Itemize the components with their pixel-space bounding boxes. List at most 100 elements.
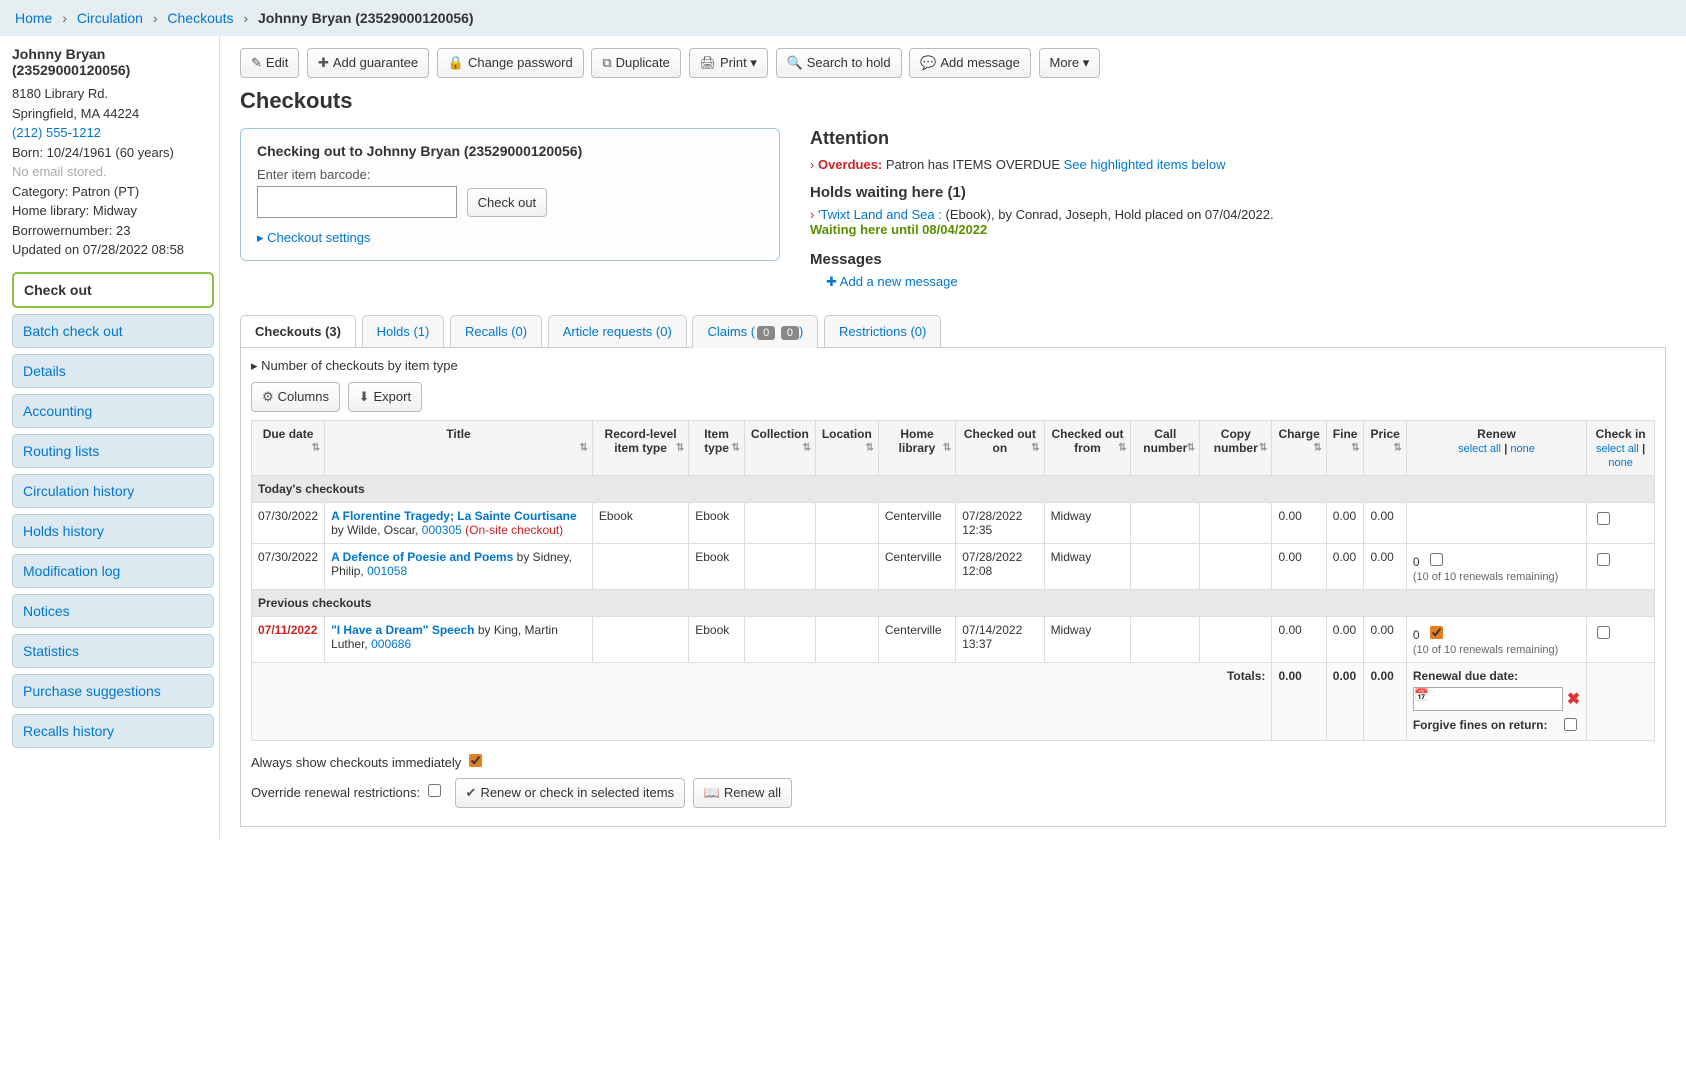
col-homelib[interactable]: Home library xyxy=(878,421,955,476)
nav-stats[interactable]: Statistics xyxy=(12,634,214,668)
claims-badge-2: 0 xyxy=(781,326,799,340)
add-new-message-link[interactable]: Add a new message xyxy=(826,274,1666,290)
cell-homelib: Centerville xyxy=(878,544,955,590)
print-button[interactable]: 🖨Print ▾ xyxy=(689,48,768,78)
patron-phone[interactable]: (212) 555-1212 xyxy=(12,123,214,143)
cell-rlit xyxy=(592,617,688,663)
expand-by-item-type[interactable]: Number of checkouts by item type xyxy=(251,358,1655,374)
cell-location xyxy=(815,503,878,544)
search-to-hold-button[interactable]: 🔍Search to hold xyxy=(776,48,902,78)
tab-checkouts[interactable]: Checkouts (3) xyxy=(240,315,356,347)
nav-accounting[interactable]: Accounting xyxy=(12,394,214,428)
col-checked-out-on[interactable]: Checked out on xyxy=(956,421,1044,476)
plus-icon: ✚ xyxy=(318,55,329,70)
clear-date-icon[interactable]: ✖ xyxy=(1567,689,1580,709)
table-row: 07/30/2022A Florentine Tragedy; La Saint… xyxy=(252,503,1655,544)
renewal-date-input[interactable]: 📅 xyxy=(1413,687,1563,711)
checkin-checkbox[interactable] xyxy=(1597,626,1610,639)
nav-holdshist[interactable]: Holds history xyxy=(12,514,214,548)
patron-name: Johnny Bryan (23529000120056) xyxy=(12,46,214,78)
nav-batch[interactable]: Batch check out xyxy=(12,314,214,348)
edit-button[interactable]: ✎Edit xyxy=(240,48,299,78)
cell-checked-out-on: 07/28/2022 12:08 xyxy=(956,544,1044,590)
nav-modlog[interactable]: Modification log xyxy=(12,554,214,588)
nav-purchase[interactable]: Purchase suggestions xyxy=(12,674,214,708)
renew-checkbox[interactable] xyxy=(1430,553,1443,566)
col-due-date[interactable]: Due date xyxy=(252,421,325,476)
hold-detail: (Ebook), by Conrad, Joseph, Hold placed … xyxy=(945,207,1273,222)
nav-notices[interactable]: Notices xyxy=(12,594,214,628)
barcode-input[interactable] xyxy=(257,186,457,218)
nav-routing[interactable]: Routing lists xyxy=(12,434,214,468)
checkin-none[interactable]: none xyxy=(1608,457,1632,469)
renew-all-button[interactable]: 📖Renew all xyxy=(693,778,792,808)
breadcrumb-current: Johnny Bryan (23529000120056) xyxy=(258,10,474,26)
print-icon: 🖨 xyxy=(700,55,717,70)
barcode-link[interactable]: 001058 xyxy=(367,564,407,578)
more-button[interactable]: More ▾ xyxy=(1039,48,1101,78)
columns-button[interactable]: ⚙Columns xyxy=(251,382,340,412)
checkin-checkbox[interactable] xyxy=(1597,512,1610,525)
title-link[interactable]: A Florentine Tragedy; La Sainte Courtisa… xyxy=(331,509,577,523)
col-title[interactable]: Title xyxy=(325,421,593,476)
override-checkbox[interactable] xyxy=(428,784,441,797)
add-message-button[interactable]: 💬Add message xyxy=(909,48,1031,78)
breadcrumb-home[interactable]: Home xyxy=(15,10,52,26)
always-show-checkbox[interactable] xyxy=(469,754,482,767)
cell-rlit: Ebook xyxy=(592,503,688,544)
messages-heading: Messages xyxy=(810,251,1666,268)
export-button[interactable]: ⬇Export xyxy=(348,382,422,412)
tab-article-requests[interactable]: Article requests (0) xyxy=(548,315,687,347)
nav-details[interactable]: Details xyxy=(12,354,214,388)
checkin-select-all[interactable]: select all xyxy=(1596,443,1639,455)
col-collection[interactable]: Collection xyxy=(744,421,815,476)
hold-title-link[interactable]: 'Twixt Land and Sea : xyxy=(818,207,942,222)
renew-selected-button[interactable]: ✔Renew or check in selected items xyxy=(455,778,686,808)
renewal-due-label: Renewal due date: xyxy=(1413,669,1580,683)
nav-checkout[interactable]: Check out xyxy=(12,272,214,308)
cell-fine: 0.00 xyxy=(1326,503,1364,544)
overdue-label: Overdues: xyxy=(818,157,882,172)
col-location[interactable]: Location xyxy=(815,421,878,476)
title-link[interactable]: A Defence of Poesie and Poems xyxy=(331,550,513,564)
nav-recalls[interactable]: Recalls history xyxy=(12,714,214,748)
add-guarantee-button[interactable]: ✚Add guarantee xyxy=(307,48,429,78)
title-link[interactable]: "I Have a Dream" Speech xyxy=(331,623,474,637)
cell-rlit xyxy=(592,544,688,590)
forgive-fines-checkbox[interactable] xyxy=(1564,718,1577,731)
renew-checkbox[interactable] xyxy=(1430,626,1443,639)
barcode-link[interactable]: 000305 xyxy=(422,523,462,537)
checkin-checkbox[interactable] xyxy=(1597,553,1610,566)
checkout-settings-toggle[interactable]: Checkout settings xyxy=(257,230,763,246)
checkout-button[interactable]: Check out xyxy=(467,188,548,217)
see-highlighted-link[interactable]: See highlighted items below xyxy=(1064,157,1226,172)
duplicate-button[interactable]: ⧉Duplicate xyxy=(591,48,681,78)
col-itype[interactable]: Item type xyxy=(689,421,745,476)
tab-claims[interactable]: Claims (0 0) xyxy=(692,315,818,348)
tab-restrictions[interactable]: Restrictions (0) xyxy=(824,315,941,347)
col-copy-number[interactable]: Copy number xyxy=(1200,421,1272,476)
breadcrumb-checkouts[interactable]: Checkouts xyxy=(167,10,233,26)
cell-fine: 0.00 xyxy=(1326,617,1364,663)
col-rlit[interactable]: Record-level item type xyxy=(592,421,688,476)
cell-homelib: Centerville xyxy=(878,617,955,663)
waiting-until: Waiting here until 08/04/2022 xyxy=(810,222,987,237)
col-checked-out-from[interactable]: Checked out from xyxy=(1044,421,1131,476)
nav-circhist[interactable]: Circulation history xyxy=(12,474,214,508)
cell-copy-number xyxy=(1200,617,1272,663)
change-password-button[interactable]: 🔒Change password xyxy=(437,48,584,78)
col-call-number[interactable]: Call number xyxy=(1131,421,1200,476)
tab-recalls[interactable]: Recalls (0) xyxy=(450,315,542,347)
renew-select-all[interactable]: select all xyxy=(1458,443,1501,455)
breadcrumb-circulation[interactable]: Circulation xyxy=(77,10,143,26)
col-price[interactable]: Price xyxy=(1364,421,1406,476)
barcode-link[interactable]: 000686 xyxy=(371,637,411,651)
download-icon: ⬇ xyxy=(359,389,370,404)
table-row: 07/11/2022"I Have a Dream" Speech by Kin… xyxy=(252,617,1655,663)
renew-none[interactable]: none xyxy=(1510,443,1534,455)
col-charge[interactable]: Charge xyxy=(1272,421,1326,476)
comment-icon: 💬 xyxy=(920,55,936,70)
col-fine[interactable]: Fine xyxy=(1326,421,1364,476)
cell-price: 0.00 xyxy=(1364,544,1406,590)
tab-holds[interactable]: Holds (1) xyxy=(362,315,445,347)
